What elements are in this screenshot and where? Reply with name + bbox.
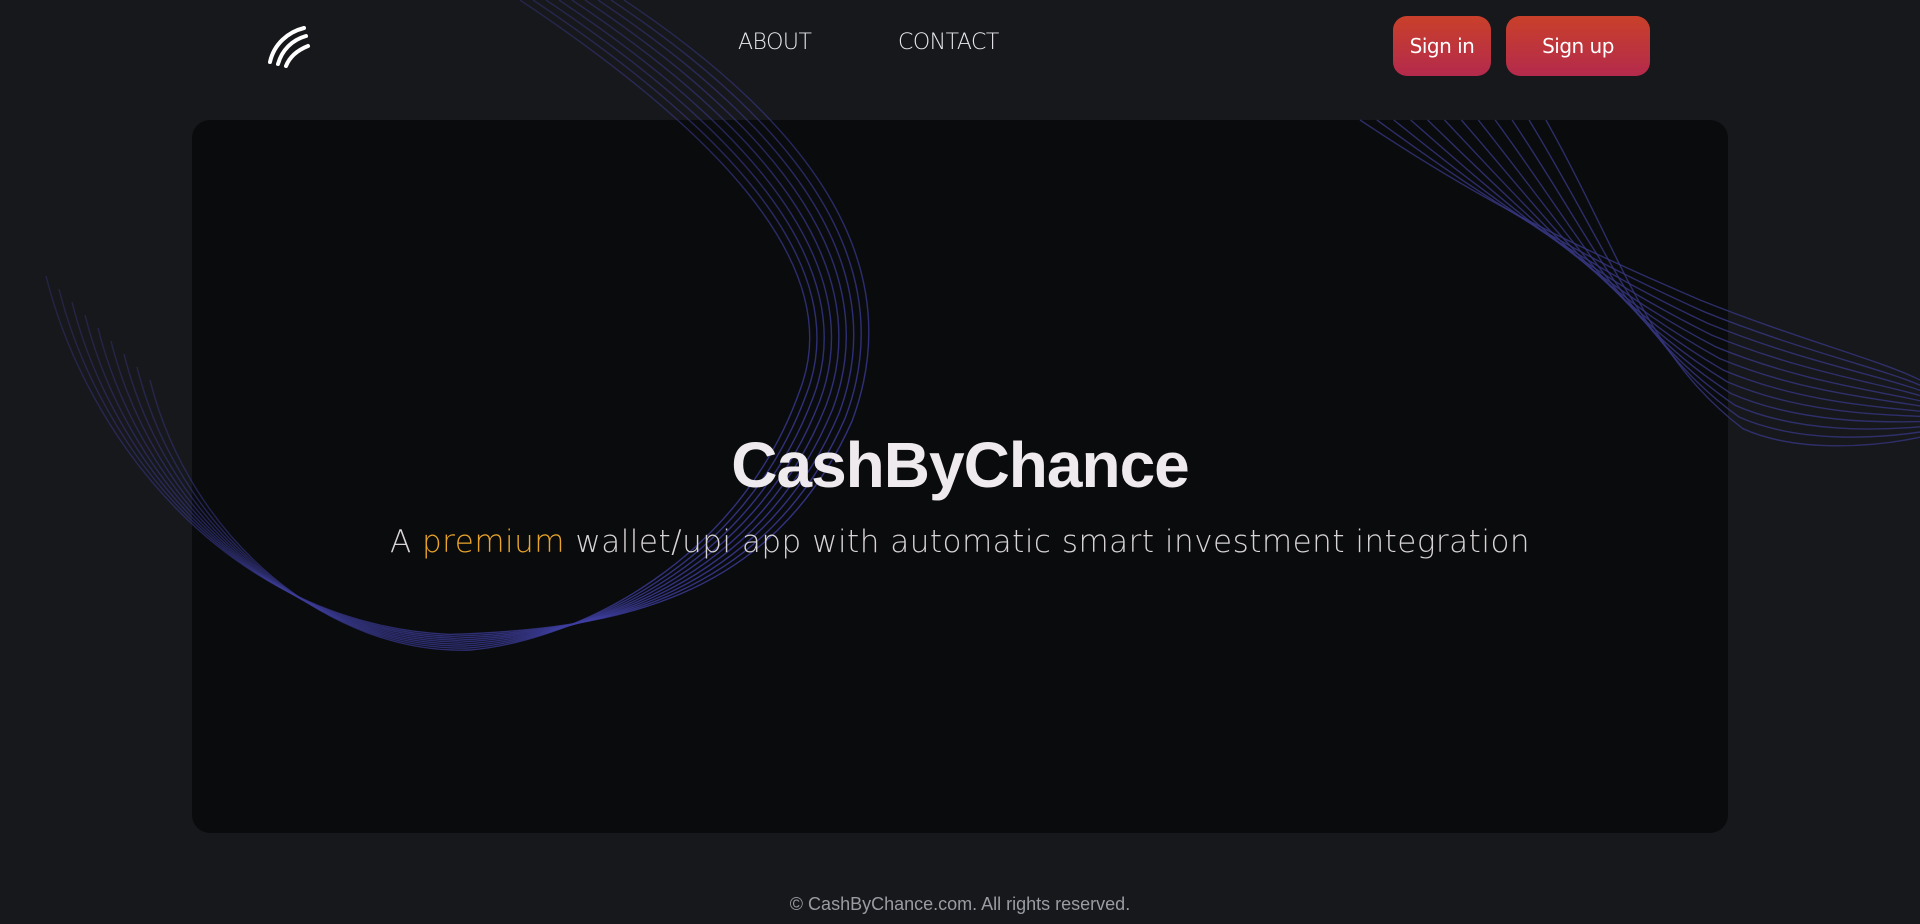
- hero-subtitle-highlight: premium: [422, 524, 565, 560]
- nav-contact-link[interactable]: CONTACT: [898, 30, 999, 55]
- sign-up-button[interactable]: Sign up: [1506, 16, 1650, 76]
- hero-subtitle-suffix: wallet/upi app with automatic smart inve…: [564, 524, 1531, 560]
- hero-subtitle-prefix: A: [389, 524, 422, 560]
- hero-subtitle: A premium wallet/upi app with automatic …: [0, 524, 1920, 560]
- top-navbar: ABOUT CONTACT Sign in Sign up: [0, 0, 1920, 92]
- nav-about-link[interactable]: ABOUT: [738, 30, 812, 55]
- sign-in-button[interactable]: Sign in: [1393, 16, 1491, 76]
- brand-logo-icon[interactable]: [266, 24, 312, 68]
- hero-title: CashByChance: [731, 429, 1190, 501]
- footer-copyright: © CashByChance.com. All rights reserved.: [789, 894, 1131, 914]
